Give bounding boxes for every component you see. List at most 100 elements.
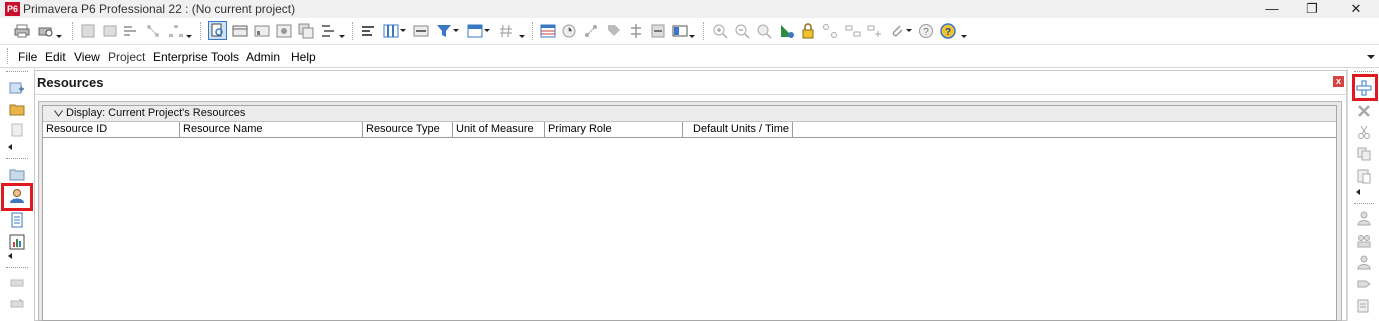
- collapse-left-icon[interactable]: [1355, 189, 1361, 195]
- toolbar-divider: [703, 22, 707, 40]
- hierarchy-icon[interactable]: [168, 23, 184, 39]
- resources-highlight: [1, 183, 33, 211]
- chevron-down-icon[interactable]: [518, 23, 526, 39]
- delete-icon[interactable]: [1356, 103, 1372, 119]
- p6-logo-icon: P6: [5, 2, 20, 16]
- menu-tools[interactable]: Tools: [211, 50, 239, 64]
- menu-file[interactable]: File: [18, 50, 37, 64]
- chevron-down-icon[interactable]: [452, 23, 460, 39]
- chevron-down-icon[interactable]: [960, 23, 968, 39]
- chevron-down-icon[interactable]: [905, 23, 913, 39]
- folder-icon[interactable]: [9, 166, 25, 182]
- chevron-down-icon[interactable]: [483, 23, 491, 39]
- relationship-icon[interactable]: [845, 23, 861, 39]
- menu-admin[interactable]: Admin: [246, 50, 280, 64]
- menu-enterprise[interactable]: Enterprise: [153, 50, 208, 64]
- resource-up-icon[interactable]: [1356, 254, 1372, 270]
- split-icon[interactable]: [628, 23, 644, 39]
- filter-icon[interactable]: [436, 23, 452, 39]
- chart-view-icon[interactable]: [254, 23, 270, 39]
- projects-icon[interactable]: [9, 80, 25, 96]
- zoom-fit-icon[interactable]: [756, 23, 772, 39]
- open-project-icon[interactable]: [9, 101, 25, 117]
- resource-codes-icon[interactable]: [1356, 276, 1372, 292]
- resource-notes-icon[interactable]: [1356, 298, 1372, 314]
- menu-view[interactable]: View: [74, 50, 100, 64]
- sidebar-grip: [1354, 71, 1374, 72]
- chevron-down-icon[interactable]: [55, 23, 63, 39]
- maximize-button[interactable]: ❐: [1289, 0, 1335, 18]
- print-icon[interactable]: [14, 23, 30, 39]
- zoom-in-icon[interactable]: [712, 23, 728, 39]
- assign-icon[interactable]: [650, 23, 666, 39]
- view-bar-icon[interactable]: [672, 23, 688, 39]
- flow-icon[interactable]: [122, 23, 138, 39]
- column-header-resource-type[interactable]: Resource Type: [363, 122, 453, 137]
- activities-icon[interactable]: [9, 212, 25, 228]
- collapse-left-icon[interactable]: [7, 253, 13, 259]
- layout-icon[interactable]: [467, 23, 483, 39]
- chevron-down-icon[interactable]: [399, 23, 407, 39]
- column-header-default-units-time[interactable]: Default Units / Time: [683, 122, 793, 137]
- bars-icon[interactable]: [413, 23, 429, 39]
- hash-icon[interactable]: [498, 23, 514, 39]
- menu-help[interactable]: Help: [291, 50, 316, 64]
- panel-title: Resources: [37, 75, 104, 90]
- cut-icon[interactable]: [1356, 124, 1372, 140]
- left-sidebar: [0, 68, 35, 321]
- close-window-button[interactable]: ✕: [1333, 0, 1379, 18]
- lock-icon[interactable]: [800, 23, 816, 39]
- time-icon[interactable]: [561, 23, 577, 39]
- columns-icon[interactable]: [383, 23, 399, 39]
- paste-icon[interactable]: [1356, 168, 1372, 184]
- chevron-down-icon[interactable]: [185, 23, 193, 39]
- chevron-down-icon[interactable]: [688, 23, 696, 39]
- grid-layout-icon[interactable]: [80, 23, 96, 39]
- zoom-out-icon[interactable]: [734, 23, 750, 39]
- svg-text:?: ?: [923, 27, 929, 38]
- column-header-resource-name[interactable]: Resource Name: [180, 122, 363, 137]
- add-relationship-icon[interactable]: [867, 23, 883, 39]
- print-preview-icon[interactable]: [38, 23, 54, 39]
- column-header-resource-id[interactable]: Resource ID: [43, 122, 180, 137]
- panel-close-button[interactable]: x: [1333, 76, 1344, 87]
- table-view-icon[interactable]: [232, 23, 248, 39]
- column-header-primary-role[interactable]: Primary Role: [545, 122, 683, 137]
- toolbar-divider: [200, 22, 204, 40]
- reports-icon[interactable]: [9, 234, 25, 250]
- toolbar-divider: [532, 22, 536, 40]
- sidebar-grip: [6, 158, 28, 159]
- issues-icon[interactable]: [9, 296, 25, 312]
- display-filter-bar[interactable]: Display: Current Project's Resources: [43, 106, 1336, 122]
- collapse-left-icon[interactable]: [7, 144, 13, 150]
- help-icon[interactable]: ?: [940, 23, 956, 39]
- progress-line-icon[interactable]: [779, 23, 795, 39]
- main-toolbar: ? ?: [0, 18, 1379, 45]
- reorganize-icon[interactable]: [320, 23, 336, 39]
- copy-icon[interactable]: [1356, 146, 1372, 162]
- assign-resource-icon[interactable]: [1356, 210, 1372, 226]
- chevron-down-icon[interactable]: [1367, 55, 1375, 61]
- connect-icon[interactable]: [822, 23, 838, 39]
- help-circle-icon[interactable]: ?: [918, 23, 934, 39]
- menu-project[interactable]: Project: [108, 50, 145, 64]
- wbs-icon[interactable]: [9, 122, 25, 138]
- tag-icon[interactable]: [606, 23, 622, 39]
- chevron-down-icon[interactable]: [54, 110, 63, 117]
- zoom-page-icon[interactable]: [208, 21, 227, 40]
- tracking-icon[interactable]: [9, 275, 25, 291]
- sidebar-grip: [6, 71, 28, 72]
- layout-options-icon[interactable]: [102, 23, 118, 39]
- column-header-row: Resource ID Resource Name Resource Type …: [43, 122, 1336, 138]
- copy-view-icon[interactable]: [298, 23, 314, 39]
- resource-roles-icon[interactable]: [1356, 232, 1372, 248]
- menu-edit[interactable]: Edit: [45, 50, 66, 64]
- details-view-icon[interactable]: [276, 23, 292, 39]
- link-icon[interactable]: [583, 23, 599, 39]
- attachment-icon[interactable]: [889, 23, 905, 39]
- chevron-down-icon[interactable]: [338, 23, 346, 39]
- column-header-unit-of-measure[interactable]: Unit of Measure: [453, 122, 545, 137]
- network-icon[interactable]: [145, 23, 161, 39]
- group-sort-icon[interactable]: [360, 23, 376, 39]
- spreadsheet-icon[interactable]: [540, 23, 556, 39]
